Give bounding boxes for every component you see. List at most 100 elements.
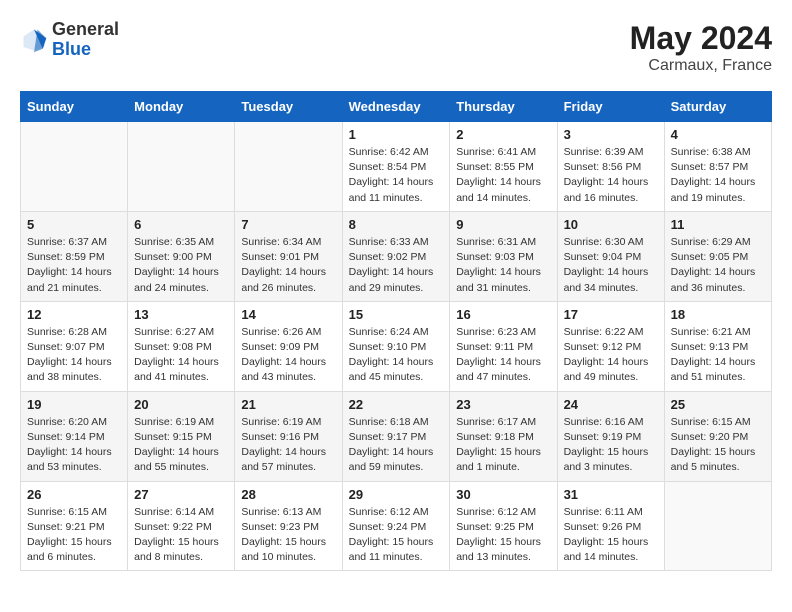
calendar-cell: 31 Sunrise: 6:11 AM Sunset: 9:26 PM Dayli… xyxy=(557,481,664,571)
weekday-header-saturday: Saturday xyxy=(664,92,771,122)
calendar-cell: 26 Sunrise: 6:15 AM Sunset: 9:21 PM Dayli… xyxy=(21,481,128,571)
day-number: 8 xyxy=(349,217,444,232)
calendar-header: SundayMondayTuesdayWednesdayThursdayFrid… xyxy=(21,92,772,122)
calendar-cell: 4 Sunrise: 6:38 AM Sunset: 8:57 PM Daylig… xyxy=(664,122,771,212)
day-info: Sunrise: 6:22 AM Sunset: 9:12 PM Dayligh… xyxy=(564,325,658,386)
page-header: General Blue May 2024 Carmaux, France xyxy=(20,20,772,75)
day-info: Sunrise: 6:23 AM Sunset: 9:11 PM Dayligh… xyxy=(456,325,550,386)
calendar-cell: 12 Sunrise: 6:28 AM Sunset: 9:07 PM Dayli… xyxy=(21,301,128,391)
day-info: Sunrise: 6:29 AM Sunset: 9:05 PM Dayligh… xyxy=(671,235,765,296)
weekday-header-monday: Monday xyxy=(128,92,235,122)
day-info: Sunrise: 6:37 AM Sunset: 8:59 PM Dayligh… xyxy=(27,235,121,296)
calendar-week-row: 26 Sunrise: 6:15 AM Sunset: 9:21 PM Dayli… xyxy=(21,481,772,571)
calendar-cell: 23 Sunrise: 6:17 AM Sunset: 9:18 PM Dayli… xyxy=(450,391,557,481)
calendar-cell: 3 Sunrise: 6:39 AM Sunset: 8:56 PM Daylig… xyxy=(557,122,664,212)
day-info: Sunrise: 6:16 AM Sunset: 9:19 PM Dayligh… xyxy=(564,415,658,476)
calendar-cell: 6Sunrise: 6:35 AM Sunset: 9:00 PM Daylig… xyxy=(128,211,235,301)
calendar-cell: 22 Sunrise: 6:18 AM Sunset: 9:17 PM Dayli… xyxy=(342,391,450,481)
logo: General Blue xyxy=(20,20,119,60)
weekday-header-friday: Friday xyxy=(557,92,664,122)
day-number: 26 xyxy=(27,487,121,502)
day-info: Sunrise: 6:24 AM Sunset: 9:10 PM Dayligh… xyxy=(349,325,444,386)
day-number: 16 xyxy=(456,307,550,322)
day-info: Sunrise: 6:30 AM Sunset: 9:04 PM Dayligh… xyxy=(564,235,658,296)
calendar-cell: 13Sunrise: 6:27 AM Sunset: 9:08 PM Dayli… xyxy=(128,301,235,391)
day-number: 23 xyxy=(456,397,550,412)
calendar-cell: 30 Sunrise: 6:12 AM Sunset: 9:25 PM Dayli… xyxy=(450,481,557,571)
calendar-week-row: 12 Sunrise: 6:28 AM Sunset: 9:07 PM Dayli… xyxy=(21,301,772,391)
weekday-header-wednesday: Wednesday xyxy=(342,92,450,122)
calendar-week-row: 1Sunrise: 6:42 AM Sunset: 8:54 PM Daylig… xyxy=(21,122,772,212)
day-info: Sunrise: 6:31 AM Sunset: 9:03 PM Dayligh… xyxy=(456,235,550,296)
calendar-cell xyxy=(664,481,771,571)
day-number: 30 xyxy=(456,487,550,502)
calendar-cell xyxy=(235,122,342,212)
day-info: Sunrise: 6:41 AM Sunset: 8:55 PM Dayligh… xyxy=(456,145,550,206)
day-number: 18 xyxy=(671,307,765,322)
day-info: Sunrise: 6:35 AM Sunset: 9:00 PM Dayligh… xyxy=(134,235,228,296)
day-number: 22 xyxy=(349,397,444,412)
day-info: Sunrise: 6:12 AM Sunset: 9:25 PM Dayligh… xyxy=(456,505,550,566)
day-info: Sunrise: 6:11 AM Sunset: 9:26 PM Dayligh… xyxy=(564,505,658,566)
calendar-cell: 1Sunrise: 6:42 AM Sunset: 8:54 PM Daylig… xyxy=(342,122,450,212)
day-number: 2 xyxy=(456,127,550,142)
day-number: 13 xyxy=(134,307,228,322)
day-info: Sunrise: 6:26 AM Sunset: 9:09 PM Dayligh… xyxy=(241,325,335,386)
calendar-table: SundayMondayTuesdayWednesdayThursdayFrid… xyxy=(20,91,772,571)
day-number: 4 xyxy=(671,127,765,142)
day-info: Sunrise: 6:17 AM Sunset: 9:18 PM Dayligh… xyxy=(456,415,550,476)
day-number: 25 xyxy=(671,397,765,412)
calendar-week-row: 19 Sunrise: 6:20 AM Sunset: 9:14 PM Dayli… xyxy=(21,391,772,481)
day-info: Sunrise: 6:13 AM Sunset: 9:23 PM Dayligh… xyxy=(241,505,335,566)
calendar-cell: 19 Sunrise: 6:20 AM Sunset: 9:14 PM Dayli… xyxy=(21,391,128,481)
calendar-cell: 25 Sunrise: 6:15 AM Sunset: 9:20 PM Dayli… xyxy=(664,391,771,481)
calendar-cell: 29Sunrise: 6:12 AM Sunset: 9:24 PM Dayli… xyxy=(342,481,450,571)
day-info: Sunrise: 6:42 AM Sunset: 8:54 PM Dayligh… xyxy=(349,145,444,206)
calendar-cell: 28 Sunrise: 6:13 AM Sunset: 9:23 PM Dayli… xyxy=(235,481,342,571)
day-info: Sunrise: 6:18 AM Sunset: 9:17 PM Dayligh… xyxy=(349,415,444,476)
weekday-header-thursday: Thursday xyxy=(450,92,557,122)
calendar-cell: 15 Sunrise: 6:24 AM Sunset: 9:10 PM Dayli… xyxy=(342,301,450,391)
day-number: 21 xyxy=(241,397,335,412)
calendar-cell: 2 Sunrise: 6:41 AM Sunset: 8:55 PM Daylig… xyxy=(450,122,557,212)
day-info: Sunrise: 6:33 AM Sunset: 9:02 PM Dayligh… xyxy=(349,235,444,296)
title-block: May 2024 Carmaux, France xyxy=(630,20,772,75)
day-info: Sunrise: 6:20 AM Sunset: 9:14 PM Dayligh… xyxy=(27,415,121,476)
calendar-cell: 10 Sunrise: 6:30 AM Sunset: 9:04 PM Dayli… xyxy=(557,211,664,301)
logo-general-text: General xyxy=(52,20,119,40)
day-number: 19 xyxy=(27,397,121,412)
day-number: 10 xyxy=(564,217,658,232)
day-number: 11 xyxy=(671,217,765,232)
day-info: Sunrise: 6:39 AM Sunset: 8:56 PM Dayligh… xyxy=(564,145,658,206)
calendar-cell: 14Sunrise: 6:26 AM Sunset: 9:09 PM Dayli… xyxy=(235,301,342,391)
calendar-cell: 21 Sunrise: 6:19 AM Sunset: 9:16 PM Dayli… xyxy=(235,391,342,481)
day-info: Sunrise: 6:38 AM Sunset: 8:57 PM Dayligh… xyxy=(671,145,765,206)
day-number: 28 xyxy=(241,487,335,502)
day-info: Sunrise: 6:28 AM Sunset: 9:07 PM Dayligh… xyxy=(27,325,121,386)
day-number: 12 xyxy=(27,307,121,322)
day-number: 24 xyxy=(564,397,658,412)
calendar-cell: 17Sunrise: 6:22 AM Sunset: 9:12 PM Dayli… xyxy=(557,301,664,391)
day-info: Sunrise: 6:19 AM Sunset: 9:16 PM Dayligh… xyxy=(241,415,335,476)
weekday-header-row: SundayMondayTuesdayWednesdayThursdayFrid… xyxy=(21,92,772,122)
day-number: 7 xyxy=(241,217,335,232)
month-year-title: May 2024 xyxy=(630,20,772,57)
day-info: Sunrise: 6:21 AM Sunset: 9:13 PM Dayligh… xyxy=(671,325,765,386)
weekday-header-tuesday: Tuesday xyxy=(235,92,342,122)
day-number: 3 xyxy=(564,127,658,142)
calendar-cell: 20Sunrise: 6:19 AM Sunset: 9:15 PM Dayli… xyxy=(128,391,235,481)
calendar-week-row: 5Sunrise: 6:37 AM Sunset: 8:59 PM Daylig… xyxy=(21,211,772,301)
day-info: Sunrise: 6:15 AM Sunset: 9:20 PM Dayligh… xyxy=(671,415,765,476)
calendar-cell: 11 Sunrise: 6:29 AM Sunset: 9:05 PM Dayli… xyxy=(664,211,771,301)
day-number: 9 xyxy=(456,217,550,232)
calendar-cell xyxy=(128,122,235,212)
calendar-cell xyxy=(21,122,128,212)
calendar-cell: 27Sunrise: 6:14 AM Sunset: 9:22 PM Dayli… xyxy=(128,481,235,571)
weekday-header-sunday: Sunday xyxy=(21,92,128,122)
calendar-cell: 9 Sunrise: 6:31 AM Sunset: 9:03 PM Daylig… xyxy=(450,211,557,301)
day-number: 31 xyxy=(564,487,658,502)
day-info: Sunrise: 6:15 AM Sunset: 9:21 PM Dayligh… xyxy=(27,505,121,566)
day-info: Sunrise: 6:14 AM Sunset: 9:22 PM Dayligh… xyxy=(134,505,228,566)
day-number: 15 xyxy=(349,307,444,322)
day-info: Sunrise: 6:34 AM Sunset: 9:01 PM Dayligh… xyxy=(241,235,335,296)
